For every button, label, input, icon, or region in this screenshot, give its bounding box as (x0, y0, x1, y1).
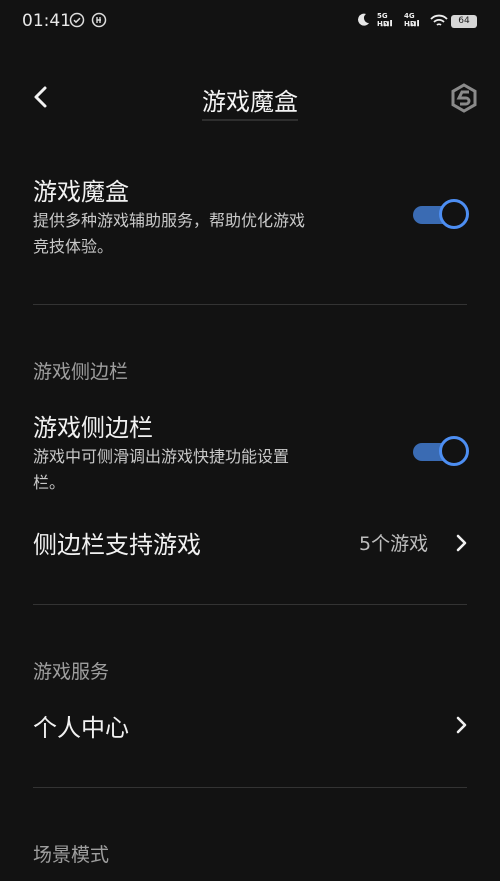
app-notification-icon (91, 12, 107, 28)
game-box-title: 游戏魔盒 (33, 178, 129, 206)
section-header-game-sidebar: 游戏侧边栏 (33, 361, 129, 383)
battery-indicator: 64 (451, 15, 477, 28)
wifi-icon (430, 13, 448, 29)
sidebar-supported-games-row[interactable]: 侧边栏支持游戏 5个游戏 (0, 515, 500, 569)
section-header-game-services: 游戏服务 (33, 661, 110, 683)
game-box-description: 提供多种游戏辅助服务，帮助优化游戏 竞技体验。 (33, 211, 306, 256)
supported-games-count: 5个游戏 (359, 533, 429, 555)
personal-center-row[interactable]: 个人中心 (0, 698, 500, 752)
divider (33, 604, 467, 605)
status-time: 01:41 (22, 11, 71, 31)
chevron-right-icon (454, 715, 468, 735)
game-sidebar-description: 游戏中可侧滑调出游戏快捷功能设置 栏。 (33, 447, 290, 492)
chevron-right-icon (454, 533, 468, 553)
check-circle-icon (69, 12, 85, 28)
do-not-disturb-moon-icon (355, 12, 371, 28)
divider (33, 304, 467, 305)
section-header-scene-mode: 场景模式 (33, 844, 110, 866)
divider (33, 787, 467, 788)
game-sidebar-title: 游戏侧边栏 (33, 414, 153, 442)
game-box-logo-icon[interactable] (448, 82, 480, 114)
game-box-toggle[interactable] (413, 199, 469, 229)
game-sidebar-toggle[interactable] (413, 436, 469, 466)
personal-center-label: 个人中心 (33, 714, 129, 742)
signal-4g-icon: 4G HD (404, 12, 424, 30)
sidebar-supported-games-label: 侧边栏支持游戏 (33, 531, 201, 559)
status-bar: 01:41 5G HD 4G HD 64 (0, 0, 500, 44)
signal-5g-icon: 5G HD (377, 12, 397, 30)
page-title: 游戏魔盒 (0, 82, 500, 121)
